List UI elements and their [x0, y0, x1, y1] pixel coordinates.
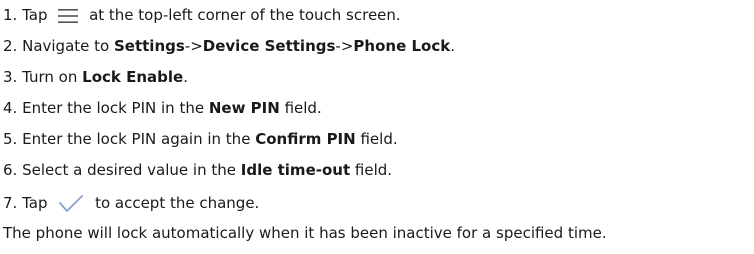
step-2-number: 2.	[3, 37, 18, 55]
step-4-number: 4.	[3, 99, 18, 117]
step-2-sep-2: ->	[335, 37, 354, 55]
step-5-pre: Enter the lock PIN again in the	[22, 130, 251, 148]
step-2: 2. Navigate to Settings->Device Settings…	[3, 36, 455, 56]
step-5-number: 5.	[3, 130, 18, 148]
step-1-post: at the top-left corner of the touch scre…	[89, 6, 401, 24]
step-4-post: field.	[284, 99, 322, 117]
step-7-post: to accept the change.	[95, 194, 260, 212]
step-2-settings: Settings	[113, 37, 185, 55]
step-6-pre: Select a desired value in the	[22, 161, 236, 179]
step-7-pre: Tap	[22, 194, 48, 212]
instruction-document: 1. Tap at the top-left corner of the tou…	[0, 0, 754, 254]
step-2-post: .	[450, 37, 455, 55]
closing-note: The phone will lock automatically when i…	[3, 224, 607, 242]
step-6-number: 6.	[3, 161, 18, 179]
step-1: 1. Tap at the top-left corner of the tou…	[3, 5, 401, 25]
step-6: 6. Select a desired value in the Idle ti…	[3, 160, 392, 180]
step-5-confirm-pin: Confirm PIN	[255, 130, 356, 148]
checkmark-icon	[58, 194, 84, 214]
step-6-idle-time-out: Idle time-out	[240, 161, 351, 179]
step-4-new-pin: New PIN	[208, 99, 280, 117]
step-1-pre: Tap	[22, 6, 48, 24]
step-4: 4. Enter the lock PIN in the New PIN fie…	[3, 98, 322, 118]
step-4-pre: Enter the lock PIN in the	[22, 99, 205, 117]
step-2-sep-1: ->	[184, 37, 203, 55]
step-2-phone-lock: Phone Lock	[353, 37, 451, 55]
menu-icon	[58, 8, 79, 24]
step-5: 5. Enter the lock PIN again in the Confi…	[3, 129, 398, 149]
step-2-pre: Navigate to	[22, 37, 110, 55]
step-7-number: 7.	[3, 194, 18, 212]
step-3: 3. Turn on Lock Enable.	[3, 67, 188, 87]
step-3-pre: Turn on	[22, 68, 78, 86]
step-3-lock-enable: Lock Enable	[82, 68, 184, 86]
step-5-post: field.	[360, 130, 398, 148]
step-3-number: 3.	[3, 68, 18, 86]
step-7: 7. Tap to accept the change.	[3, 193, 259, 214]
step-1-number: 1.	[3, 6, 18, 24]
step-3-post: .	[183, 68, 188, 86]
step-6-post: field.	[354, 161, 393, 179]
step-2-device-settings: Device Settings	[202, 37, 336, 55]
